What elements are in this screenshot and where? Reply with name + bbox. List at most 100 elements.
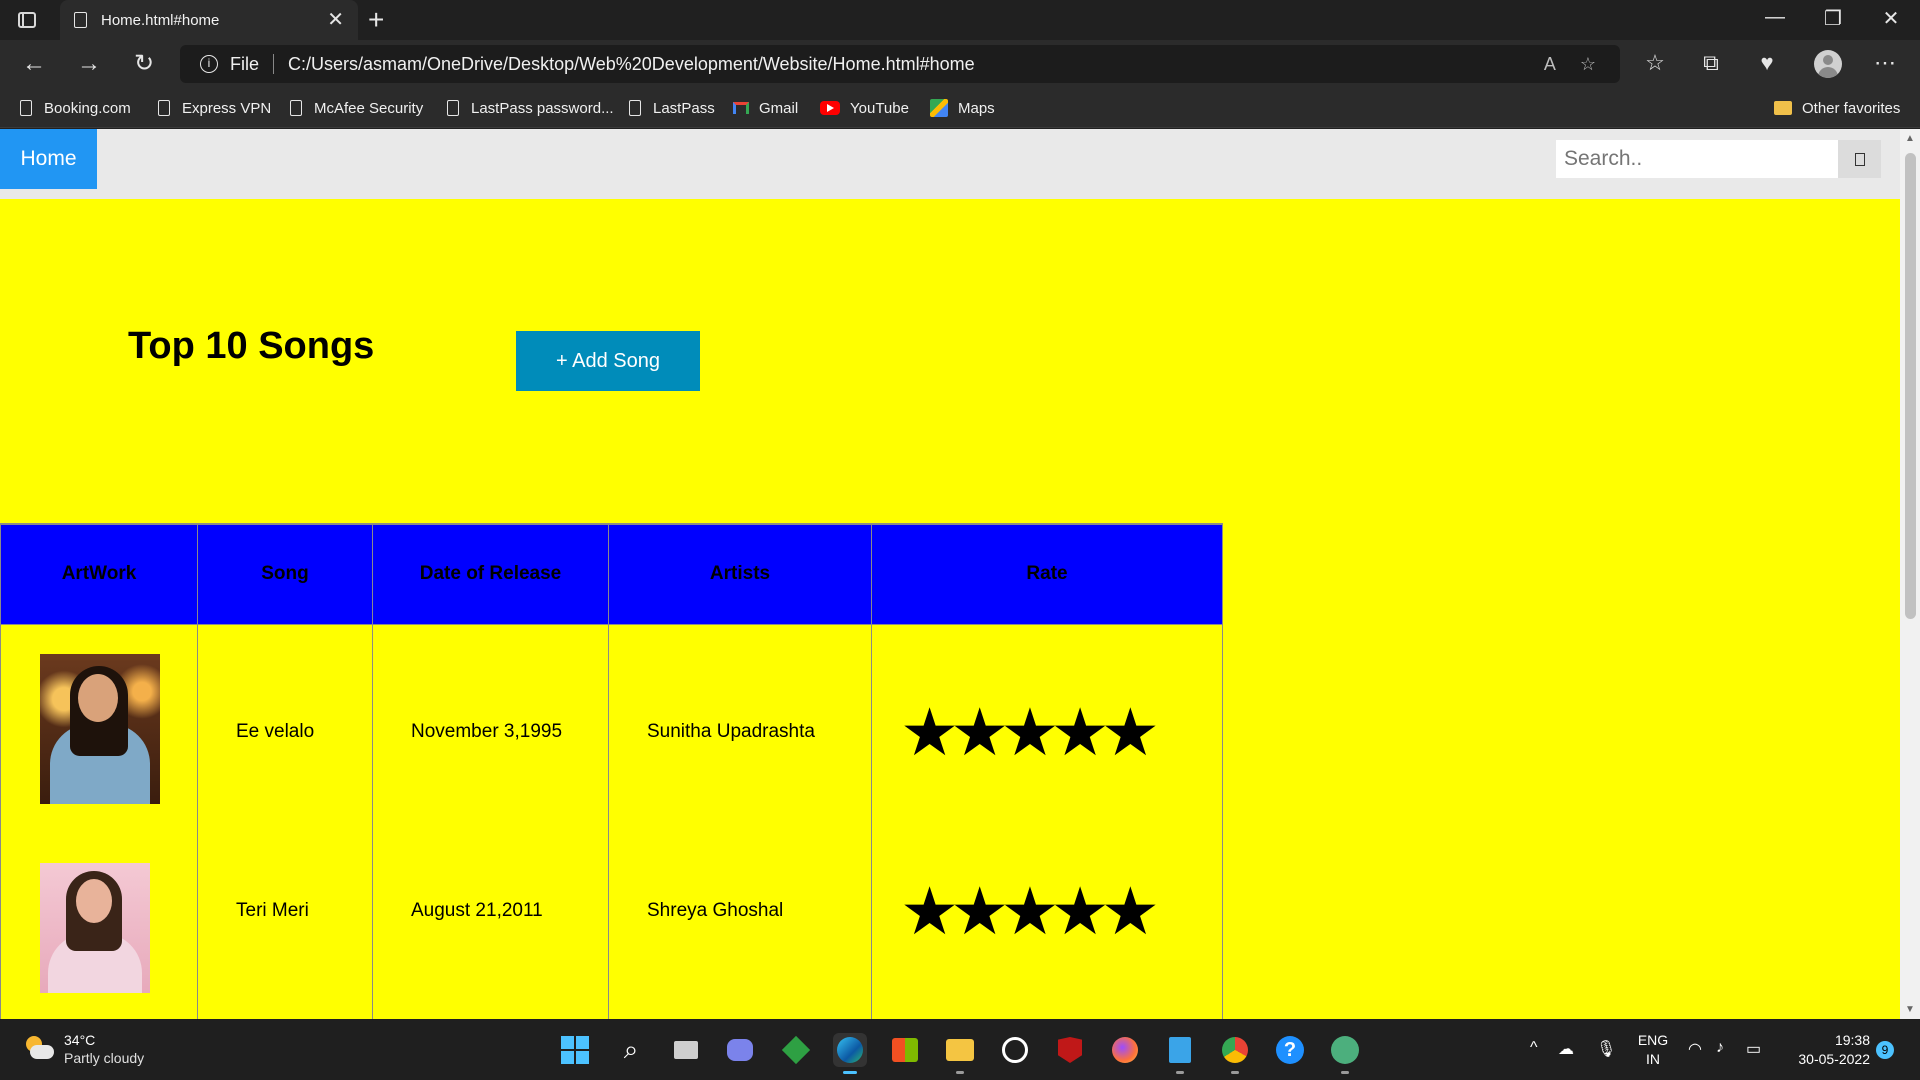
language-indicator[interactable]: ENG IN bbox=[1636, 1031, 1670, 1069]
page-scrollbar[interactable]: ▲ ▼ bbox=[1900, 129, 1920, 1019]
help-icon[interactable]: ? bbox=[1273, 1033, 1307, 1067]
edge-icon[interactable] bbox=[833, 1033, 867, 1074]
favorite-express-vpn[interactable]: Express VPN bbox=[158, 96, 271, 120]
add-favorite-icon[interactable]: ☆ bbox=[1580, 54, 1596, 75]
artwork-cell bbox=[0, 624, 198, 840]
search-taskbar-icon[interactable]: ⌕ bbox=[614, 1033, 648, 1067]
date-cell: November 3,1995 bbox=[372, 624, 609, 840]
onedrive-icon[interactable]: ☁ bbox=[1558, 1039, 1574, 1059]
teams-chat-icon[interactable] bbox=[723, 1033, 757, 1067]
page-title: Top 10 Songs bbox=[128, 325, 375, 367]
star-icon[interactable]: ★ bbox=[1101, 878, 1160, 944]
star-icon[interactable]: ★ bbox=[1101, 699, 1160, 765]
browser-title-bar: Home.html#home ✕ + — ❐ ✕ bbox=[0, 0, 1920, 40]
file-explorer-icon[interactable] bbox=[943, 1033, 977, 1074]
songs-table: ArtWork Song Date of Release Artists Rat… bbox=[0, 523, 1223, 1019]
address-separator bbox=[273, 54, 275, 74]
search-input[interactable] bbox=[1556, 140, 1838, 178]
weather-widget[interactable]: 34°C Partly cloudy bbox=[24, 1031, 144, 1067]
add-song-button[interactable]: + Add Song bbox=[516, 331, 700, 391]
search-icon bbox=[1854, 152, 1865, 166]
tab-close-icon[interactable]: ✕ bbox=[327, 10, 344, 30]
scroll-down-icon[interactable]: ▼ bbox=[1905, 1004, 1915, 1015]
page-icon bbox=[629, 100, 641, 116]
green-app-icon[interactable] bbox=[779, 1033, 813, 1067]
column-header-song: Song bbox=[197, 523, 373, 625]
favorite-gmail[interactable]: Gmail bbox=[733, 96, 798, 120]
language-code: ENG bbox=[1637, 1032, 1669, 1048]
address-bar[interactable]: i File C:/Users/asmam/OneDrive/Desktop/W… bbox=[180, 45, 1620, 83]
favorite-lastpass-password[interactable]: LastPass password... bbox=[447, 96, 614, 120]
refresh-icon[interactable]: ↻ bbox=[128, 48, 160, 80]
favorite-booking[interactable]: Booking.com bbox=[20, 96, 131, 120]
artwork-cell bbox=[0, 840, 198, 1019]
favorite-label: LastPass password... bbox=[471, 99, 614, 117]
column-header-date: Date of Release bbox=[372, 523, 609, 625]
read-aloud-icon[interactable]: A bbox=[1544, 54, 1556, 75]
favorite-mcafee[interactable]: McAfee Security bbox=[290, 96, 423, 120]
song-cell: Teri Meri bbox=[197, 840, 373, 1019]
search-button[interactable] bbox=[1838, 140, 1881, 178]
windows-taskbar: 34°C Partly cloudy ⌕ ? ^ ☁ 🎙 ENG IN ◠ ♪ … bbox=[0, 1019, 1920, 1080]
system-clock[interactable]: 19:38 30-05-2022 bbox=[1778, 1031, 1870, 1069]
mcafee-icon[interactable] bbox=[1053, 1033, 1087, 1067]
favorite-youtube[interactable]: YouTube bbox=[820, 96, 909, 120]
column-header-rate: Rate bbox=[871, 523, 1223, 625]
github-icon[interactable] bbox=[998, 1033, 1032, 1067]
chrome-icon[interactable] bbox=[1218, 1033, 1252, 1074]
firefox-icon[interactable] bbox=[1108, 1033, 1142, 1067]
start-button[interactable] bbox=[558, 1033, 592, 1067]
wifi-icon[interactable]: ◠ bbox=[1688, 1039, 1702, 1059]
restore-button[interactable]: ❐ bbox=[1810, 6, 1856, 31]
column-header-artists: Artists bbox=[608, 523, 872, 625]
home-link[interactable]: Home bbox=[0, 129, 97, 189]
other-favorites[interactable]: Other favorites bbox=[1774, 96, 1900, 120]
atom-icon[interactable] bbox=[1328, 1033, 1362, 1074]
favorites-icon[interactable]: ☆ bbox=[1640, 50, 1670, 76]
new-tab-button[interactable]: + bbox=[368, 4, 384, 36]
address-url[interactable]: C:/Users/asmam/OneDrive/Desktop/Web%20De… bbox=[288, 54, 1544, 75]
show-hidden-icons[interactable]: ^ bbox=[1530, 1039, 1538, 1057]
other-favorites-label: Other favorites bbox=[1802, 99, 1901, 117]
page-icon bbox=[447, 100, 459, 116]
store-icon[interactable] bbox=[888, 1033, 922, 1067]
artwork-image bbox=[40, 863, 150, 993]
windows-icon bbox=[561, 1036, 589, 1064]
collections-icon[interactable]: ⧉ bbox=[1696, 50, 1726, 76]
task-view-icon[interactable] bbox=[669, 1033, 703, 1067]
back-icon[interactable]: ← bbox=[18, 48, 50, 80]
table-row: Teri Meri August 21,2011 Shreya Ghoshal … bbox=[0, 840, 1223, 1019]
folder-icon bbox=[1774, 101, 1792, 115]
more-options-icon[interactable]: ⋯ bbox=[1870, 50, 1900, 76]
favorite-label: YouTube bbox=[850, 99, 909, 117]
microphone-icon[interactable]: 🎙 bbox=[1596, 1039, 1616, 1059]
rating-cell: ★★★★★ bbox=[871, 624, 1223, 840]
forward-icon[interactable]: → bbox=[73, 48, 105, 80]
tab-actions-icon[interactable] bbox=[14, 8, 40, 32]
partly-cloudy-icon bbox=[24, 1036, 54, 1062]
date-cell: August 21,2011 bbox=[372, 840, 609, 1019]
page-icon bbox=[158, 100, 170, 116]
profile-avatar[interactable] bbox=[1814, 50, 1842, 78]
notepad-icon[interactable] bbox=[1163, 1033, 1197, 1074]
minimize-button[interactable]: — bbox=[1752, 6, 1798, 29]
browser-toolbar: ← → ↻ i File C:/Users/asmam/OneDrive/Des… bbox=[0, 40, 1920, 88]
favorite-label: Booking.com bbox=[44, 99, 131, 117]
favorite-label: Maps bbox=[958, 99, 995, 117]
favorite-lastpass[interactable]: LastPass bbox=[629, 96, 715, 120]
close-window-button[interactable]: ✕ bbox=[1868, 6, 1914, 31]
browser-essentials-icon[interactable]: ♥ bbox=[1752, 50, 1782, 76]
browser-tab[interactable]: Home.html#home ✕ bbox=[60, 0, 358, 40]
page-icon bbox=[20, 100, 32, 116]
favorite-maps[interactable]: Maps bbox=[930, 96, 995, 120]
notification-badge[interactable]: 9 bbox=[1876, 1041, 1894, 1059]
maps-icon bbox=[930, 99, 948, 117]
gmail-icon bbox=[733, 102, 749, 114]
battery-icon[interactable]: ▭ bbox=[1746, 1039, 1761, 1059]
info-icon[interactable]: i bbox=[200, 55, 218, 73]
scroll-up-icon[interactable]: ▲ bbox=[1905, 133, 1915, 144]
weather-condition: Partly cloudy bbox=[64, 1050, 145, 1066]
rating-cell: ★★★★★ bbox=[871, 840, 1223, 1019]
scrollbar-thumb[interactable] bbox=[1905, 153, 1916, 619]
volume-icon[interactable]: ♪ bbox=[1716, 1039, 1724, 1057]
